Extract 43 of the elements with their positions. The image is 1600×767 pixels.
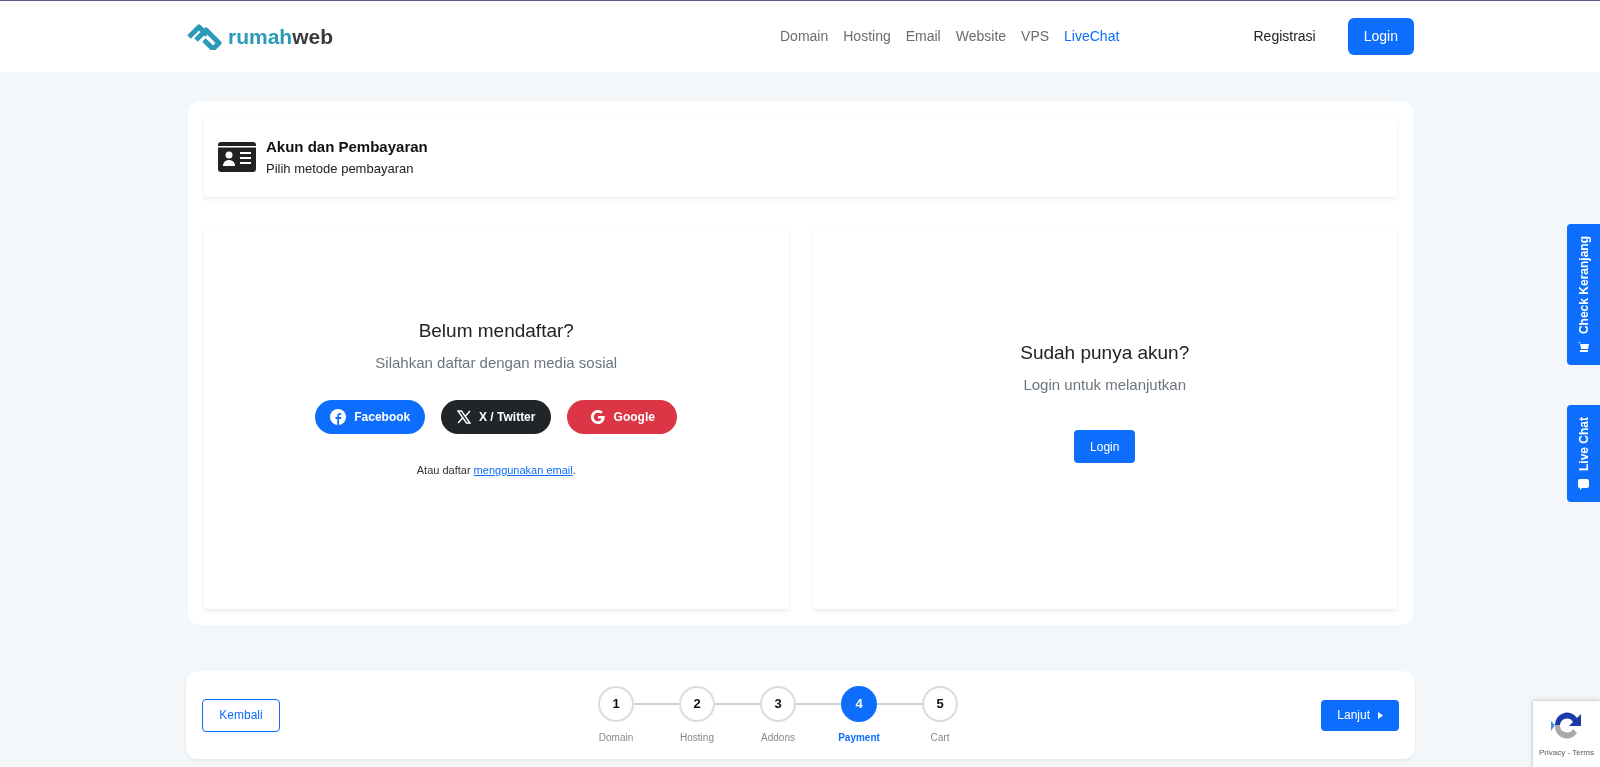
step-connector: [877, 702, 922, 705]
step-connector: [634, 702, 679, 705]
nav-link[interactable]: VPS: [1021, 26, 1050, 47]
email-signup-text: Atau daftar menggunakan email.: [416, 463, 576, 478]
id-card-icon: [218, 142, 256, 172]
social-button[interactable]: X / Twitter: [441, 400, 552, 434]
nav-link[interactable]: Hosting: [843, 26, 891, 47]
nav-link[interactable]: Domain: [780, 26, 829, 47]
social-button[interactable]: Facebook: [315, 400, 426, 434]
register-link[interactable]: Registrasi: [1253, 26, 1316, 47]
step-label: Hosting: [680, 730, 714, 745]
login-button[interactable]: Login: [1347, 18, 1414, 55]
google-icon: [589, 409, 606, 425]
side-tab[interactable]: Check Keranjang: [1567, 224, 1600, 366]
caret-icon: [1378, 711, 1383, 719]
step-label: Addons: [761, 730, 795, 745]
signup-title: Belum mendaftar?: [418, 319, 574, 343]
facebook-icon: [330, 409, 347, 425]
social-button[interactable]: Google: [567, 400, 678, 434]
step-connector: [796, 702, 841, 705]
nav-link[interactable]: LiveChat: [1064, 26, 1120, 47]
step-label: Domain: [598, 730, 634, 745]
side-tab[interactable]: Live Chat: [1567, 405, 1600, 503]
email-link[interactable]: menggunakan email: [473, 464, 573, 476]
nav-link[interactable]: Email: [905, 26, 941, 47]
cart-icon: [1578, 342, 1589, 354]
recaptcha-text[interactable]: Privacy - Terms: [1539, 747, 1594, 759]
logo-icon: [186, 23, 224, 50]
step-label: Payment: [838, 730, 880, 745]
next-button[interactable]: Lanjut: [1321, 699, 1399, 731]
chat-icon: [1578, 479, 1589, 491]
login-button[interactable]: Login: [1074, 430, 1136, 463]
logo-text[interactable]: rumahweb: [228, 20, 334, 53]
back-button[interactable]: Kembali: [202, 698, 280, 732]
signup-subtitle: Silahkan daftar dengan media sosial: [375, 352, 618, 373]
step-connector: [715, 702, 760, 705]
x-logo-icon: [457, 410, 471, 424]
section-title: Akun dan Pembayaran: [266, 137, 428, 157]
signin-subtitle: Login untuk melanjutkan: [1023, 374, 1187, 395]
step-label: Cart: [930, 730, 950, 745]
signin-title: Sudah punya akun?: [1020, 341, 1190, 365]
section-subtitle: Pilih metode pembayaran: [266, 159, 415, 178]
nav-link[interactable]: Website: [955, 26, 1007, 47]
